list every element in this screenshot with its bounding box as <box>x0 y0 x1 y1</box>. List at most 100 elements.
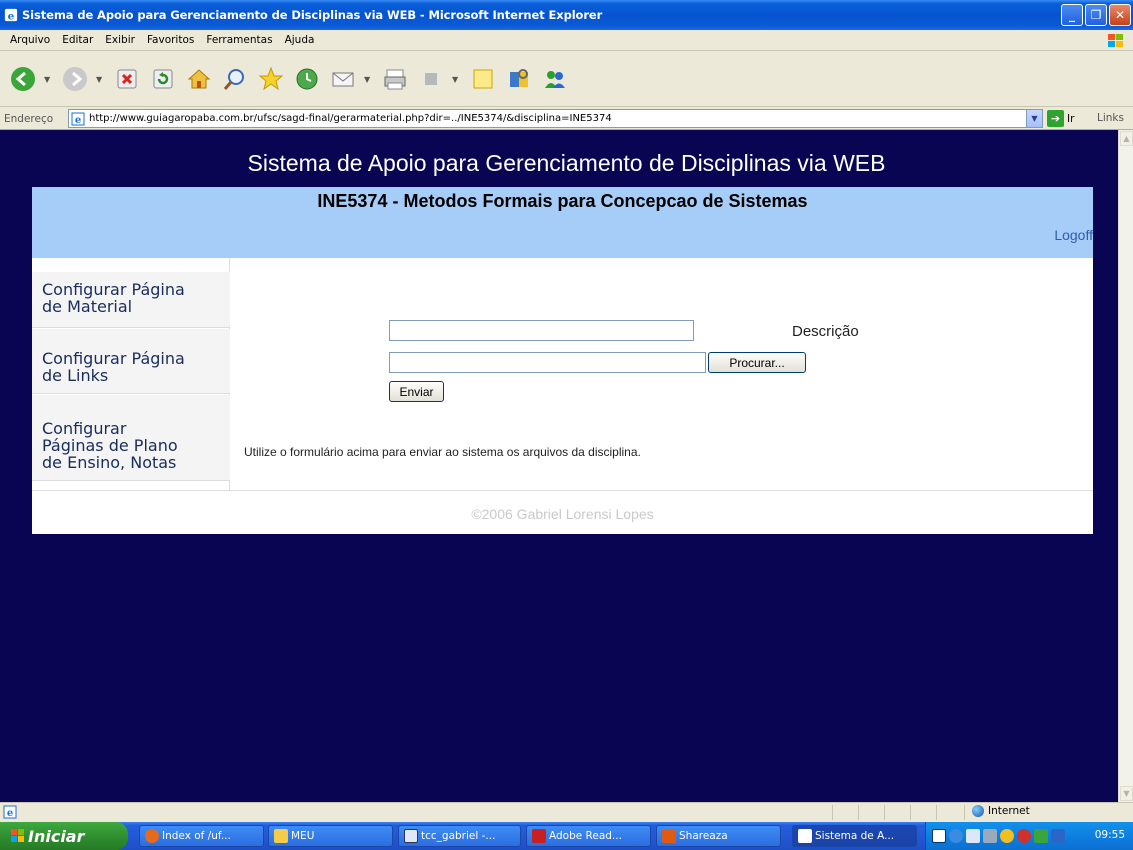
help-icon[interactable] <box>932 829 946 843</box>
svg-text:e: e <box>75 115 81 126</box>
footer: ©2006 Gabriel Lorensi Lopes <box>32 490 1093 534</box>
course-banner: INE5374 - Metodos Formais para Concepcao… <box>32 187 1093 258</box>
sidebar-item-label: Configurar Página <box>42 280 185 299</box>
taskbar-item-firefox[interactable]: Index of /uf... <box>139 825 264 847</box>
chevron-down-icon: ▼ <box>1123 789 1130 798</box>
refresh-icon <box>153 69 173 89</box>
description-label: Descrição <box>792 323 859 340</box>
back-arrow-icon[interactable] <box>949 829 963 843</box>
home-button[interactable] <box>184 64 214 94</box>
menu-favoritos[interactable]: Favoritos <box>141 34 200 46</box>
research-book-icon <box>510 69 528 87</box>
scroll-down-button[interactable]: ▼ <box>1120 786 1133 801</box>
security-zone: Internet <box>972 805 1030 817</box>
window-title: Sistema de Apoio para Gerenciamento de D… <box>22 8 603 22</box>
history-icon <box>296 68 318 90</box>
home-icon <box>187 69 211 89</box>
browse-button[interactable]: Procurar... <box>708 352 806 373</box>
internet-explorer-icon <box>798 829 812 843</box>
forward-dropdown-icon[interactable]: ▼ <box>96 75 106 84</box>
forward-button[interactable] <box>60 64 90 94</box>
back-arrow-icon <box>11 67 35 91</box>
search-button[interactable] <box>220 64 250 94</box>
menu-editar[interactable]: Editar <box>56 34 99 46</box>
go-arrow-icon: ➔ <box>1047 110 1064 127</box>
favorites-button[interactable] <box>256 64 286 94</box>
submit-button[interactable]: Enviar <box>389 381 444 402</box>
printer-icon <box>384 69 406 90</box>
stop-button[interactable] <box>112 64 142 94</box>
sidebar-item-label: Páginas de Plano <box>42 436 178 455</box>
stop-icon <box>117 69 137 89</box>
links-toolbar[interactable]: Links <box>1097 112 1124 124</box>
close-button[interactable]: ✕ <box>1109 4 1131 26</box>
taskbar-item-shareaza[interactable]: Shareaza <box>656 825 781 847</box>
toolbar: ▼ ▼ ▼ ▼ <box>0 52 1133 107</box>
windows-flag-icon <box>11 829 24 842</box>
taskbar-item-adobe-reader[interactable]: Adobe Read... <box>526 825 651 847</box>
menu-exibir[interactable]: Exibir <box>99 34 141 46</box>
messenger-icon <box>545 71 565 88</box>
clock: 09:55 <box>1094 829 1125 841</box>
menu-arquivo[interactable]: Arquivo <box>4 34 56 46</box>
taskbar-item-folder[interactable]: MEU <box>268 825 393 847</box>
task-label: Index of /uf... <box>162 830 231 842</box>
mail-icon <box>332 72 354 87</box>
user-icon[interactable] <box>983 829 997 843</box>
go-button[interactable]: ➔ Ir <box>1047 110 1074 127</box>
refresh-button[interactable] <box>148 64 178 94</box>
task-label: Sistema de A... <box>815 830 895 842</box>
address-input[interactable]: e http://www.guiagaropaba.com.br/ufsc/sa… <box>68 109 1043 128</box>
globe-icon <box>972 805 984 817</box>
file-path-input[interactable] <box>389 352 706 373</box>
task-label: MEU <box>291 830 315 842</box>
sidebar-item-material[interactable]: Configurar Página de Material <box>32 272 230 328</box>
shield-icon[interactable] <box>1000 829 1014 843</box>
task-label: Adobe Read... <box>549 830 622 842</box>
mail-button[interactable] <box>328 64 358 94</box>
messenger-icon[interactable] <box>1034 829 1048 843</box>
site-title: Sistema de Apoio para Gerenciamento de D… <box>247 150 886 176</box>
minimize-icon: _ <box>1069 8 1075 22</box>
sidebar-item-label: Configurar <box>42 419 127 438</box>
page-icon: e <box>71 112 85 126</box>
scroll-up-button[interactable]: ▲ <box>1120 131 1133 146</box>
print-button[interactable] <box>380 64 410 94</box>
research-button[interactable] <box>504 64 534 94</box>
menu-ajuda[interactable]: Ajuda <box>279 34 321 46</box>
firefox-icon <box>145 829 159 843</box>
start-button[interactable]: Iniciar <box>0 822 128 850</box>
address-dropdown-button[interactable]: ▼ <box>1026 110 1042 127</box>
chevron-up-icon: ▲ <box>1123 134 1130 143</box>
description-input[interactable] <box>389 320 694 341</box>
minimize-button[interactable]: _ <box>1061 4 1083 26</box>
discuss-button[interactable] <box>468 64 498 94</box>
vertical-scrollbar[interactable]: ▲ ▼ <box>1118 130 1133 802</box>
address-bar: Endereço e http://www.guiagaropaba.com.b… <box>0 108 1133 130</box>
antivirus-icon[interactable] <box>1017 829 1031 843</box>
history-button[interactable] <box>292 64 322 94</box>
status-bar: e Internet <box>0 802 1133 821</box>
edit-dropdown-icon[interactable]: ▼ <box>452 75 462 84</box>
sidebar-item-label: de Ensino, Notas <box>42 453 177 472</box>
sidebar-item-links[interactable]: Configurar Página de Links <box>32 329 230 394</box>
back-button[interactable] <box>8 64 38 94</box>
menu-ferramentas[interactable]: Ferramentas <box>200 34 278 46</box>
monitor-icon[interactable] <box>1051 829 1065 843</box>
sidebar-item-plano-ensino[interactable]: Configurar Páginas de Plano de Ensino, N… <box>32 395 230 481</box>
window-titlebar[interactable]: e Sistema de Apoio para Gerenciamento de… <box>0 0 1133 30</box>
taskbar-item-word[interactable]: tcc_gabriel -... <box>398 825 521 847</box>
mail-dropdown-icon[interactable]: ▼ <box>364 75 374 84</box>
restore-button[interactable]: ❐ <box>1085 4 1107 26</box>
back-dropdown-icon[interactable]: ▼ <box>44 75 54 84</box>
status-divider <box>936 805 937 820</box>
main-panel: Configurar Página de Material Configurar… <box>32 258 1093 490</box>
edit-button[interactable] <box>416 64 446 94</box>
taskbar-item-internet-explorer[interactable]: Sistema de A... <box>792 825 917 847</box>
logoff-link[interactable]: Logoff <box>1054 227 1093 243</box>
edit-page-icon <box>425 73 437 85</box>
network-icon[interactable] <box>966 829 980 843</box>
messenger-button[interactable] <box>540 64 570 94</box>
shareaza-icon <box>662 829 676 843</box>
folder-icon <box>274 829 288 843</box>
